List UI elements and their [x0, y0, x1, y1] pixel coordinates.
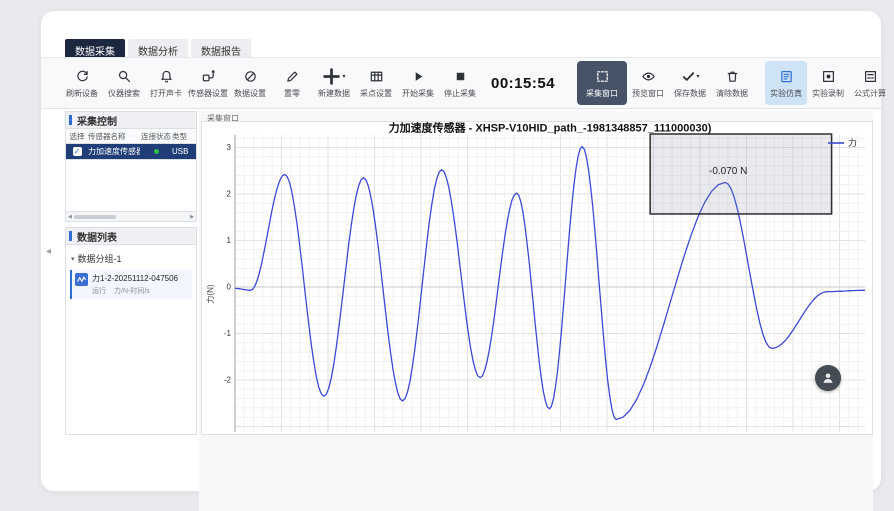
y-tick-label: -2: [224, 376, 232, 385]
chevron-down-icon: ▾: [697, 73, 700, 80]
chart-title: 力加速度传感器 - XHSP-V10HID_path_-1981348857_1…: [389, 122, 712, 135]
sensor-table-scrollbar[interactable]: ◀ ▶: [65, 212, 197, 222]
chart-area: 采集窗口 3210-1-2-0.070 N力力加速度传感器 - XHSP-V10…: [199, 111, 873, 511]
sensor-table-header: 选择传感器名称连接状态类型: [65, 129, 197, 144]
toolbar-stop-collect-button[interactable]: 停止采集: [439, 61, 481, 105]
y-tick-label: 0: [227, 283, 232, 292]
data-list-header: 数据列表: [65, 227, 197, 245]
sensor-table-empty: [65, 160, 197, 212]
y-tick-label: 1: [227, 236, 232, 245]
data-series-title: 力1-2-20251112-047506: [92, 273, 178, 284]
data-tree: ▾数据分组-1 力1-2-20251112-047506 运行力/N-时间/s: [65, 245, 197, 435]
data-series-axes: 力/N-时间/s: [114, 286, 150, 296]
support-avatar-button[interactable]: [815, 365, 841, 391]
eye-icon: [641, 68, 656, 85]
toolbar-clear-data-button[interactable]: 清除数据: [711, 61, 753, 105]
toolbar-sample-settings-button[interactable]: 采点设置: [355, 61, 397, 105]
plus-icon: ▾: [322, 68, 345, 85]
toolbar-start-collect-button[interactable]: 开始采集: [397, 61, 439, 105]
y-tick-label: -1: [224, 329, 232, 338]
toolbar-button-label: 置零: [284, 88, 300, 99]
collect-control-header: 采集控制: [65, 111, 197, 129]
sensor-icon: [201, 68, 216, 85]
record-square-icon: [821, 68, 836, 85]
status-dot: [154, 149, 159, 154]
scroll-right-icon[interactable]: ▶: [190, 214, 194, 220]
toolbar-refresh-device-button[interactable]: 刷新设备: [61, 61, 103, 105]
toolbar-button-label: 清除数据: [716, 88, 748, 99]
stop-icon: [453, 68, 468, 85]
chart-card[interactable]: 3 2 1 0 -1 -2 -0.070 N 力 力加速度传感器 - XHSP-V10HID_p…: [201, 121, 873, 435]
tree-group-label: 数据分组-1: [78, 252, 122, 265]
y-tick-label: 3: [227, 143, 232, 152]
toolbar-new-data-button[interactable]: ▾ 新建数据: [313, 61, 355, 105]
toolbar-data-settings-button[interactable]: 数据设置: [229, 61, 271, 105]
toolbar-button-label: 打开声卡: [150, 88, 182, 99]
toolbar-experiment-sim-button[interactable]: 实验仿真: [765, 61, 807, 105]
scrollbar-thumb[interactable]: [74, 215, 116, 219]
force-chart[interactable]: 3 2 1 0 -1 -2 -0.070 N 力 力加速度传感器 - XHSP-V10HID_p…: [202, 122, 872, 432]
tree-expand-icon[interactable]: ▾: [71, 255, 75, 263]
toolbar-button-label: 数据设置: [234, 88, 266, 99]
y-axis-label: 力(N): [205, 284, 215, 303]
search-icon: [117, 68, 132, 85]
check-icon: ▾: [681, 68, 700, 85]
legend-label: 力: [848, 137, 857, 148]
toolbar-button-label: 采集窗口: [586, 88, 618, 99]
column-header: 连接状态: [140, 131, 172, 142]
toolbar-button-label: 开始采集: [402, 88, 434, 99]
chart-line-icon: [75, 273, 88, 286]
chevron-down-icon: ▾: [342, 73, 345, 80]
toolbar-button-label: 公式计算: [854, 88, 886, 99]
data-series-item[interactable]: 力1-2-20251112-047506 运行力/N-时间/s: [70, 270, 192, 299]
toolbar-button-label: 实验录制: [812, 88, 844, 99]
toolbar-button-label: 刷新设备: [66, 88, 98, 99]
sensor-checkbox[interactable]: ✓: [73, 147, 82, 156]
toolbar-collect-window-button[interactable]: 采集窗口: [577, 61, 627, 105]
toolbar-button-label: 停止采集: [444, 88, 476, 99]
toolbar-button-label: 实验仿真: [770, 88, 802, 99]
person-icon: [821, 371, 835, 385]
data-series-status: 运行: [92, 286, 106, 296]
toolbar-sensor-settings-button[interactable]: 传感器设置: [187, 61, 229, 105]
tree-group[interactable]: ▾数据分组-1: [66, 249, 196, 268]
toolbar-button-label: 仪器搜索: [108, 88, 140, 99]
toolbar-button-label: 新建数据: [318, 88, 350, 99]
refresh-icon: [75, 68, 90, 85]
column-header: 传感器名称: [88, 131, 140, 142]
toolbar-set-zero-button[interactable]: 置零: [271, 61, 313, 105]
toolbar-device-search-button[interactable]: 仪器搜索: [103, 61, 145, 105]
toolbar-experiment-record-button[interactable]: 实验录制: [807, 61, 849, 105]
toolbar-preview-window-button[interactable]: 预览窗口: [627, 61, 669, 105]
bell-icon: [159, 68, 174, 85]
toolbar-button-label: 传感器设置: [188, 88, 228, 99]
sensor-type: USB: [172, 147, 192, 156]
clipboard-icon: [779, 68, 794, 85]
toolbar-button-label: 采点设置: [360, 88, 392, 99]
toolbar-button-label: 预览窗口: [632, 88, 664, 99]
play-icon: [411, 68, 426, 85]
collect-timer: 00:15:54: [491, 75, 555, 92]
dashed-square-icon: [595, 68, 610, 85]
sidebar: 采集控制 选择传感器名称连接状态类型 ✓力加速度传感器USB ◀ ▶ 数据列表 …: [65, 111, 197, 435]
sensor-table: ✓ 力加速度传感器 USB: [65, 144, 197, 160]
scroll-left-icon[interactable]: ◀: [68, 214, 72, 220]
y-tick-label: 2: [227, 190, 232, 199]
pencil-icon: [285, 68, 300, 85]
toolbar-button-label: 保存数据: [674, 88, 706, 99]
toolbar-formula-calc-button[interactable]: 公式计算: [849, 61, 891, 105]
calc-icon: [863, 68, 878, 85]
sidebar-collapse-button[interactable]: ◂: [46, 246, 51, 257]
grid-icon: [369, 68, 384, 85]
toolbar-save-data-button[interactable]: ▾ 保存数据: [669, 61, 711, 105]
sensor-name: 力加速度传感器: [88, 146, 140, 157]
column-header: 类型: [172, 131, 192, 142]
toolbar: 刷新设备仪器搜索打开声卡传感器设置数据设置 置零 ▾ 新建数据采点设置开始采集停止采集…: [41, 57, 881, 109]
slash-icon: [243, 68, 258, 85]
column-header: 选择: [66, 131, 88, 142]
toolbar-open-sound-button[interactable]: 打开声卡: [145, 61, 187, 105]
trash-icon: [725, 68, 740, 85]
sensor-row[interactable]: ✓ 力加速度传感器 USB: [65, 144, 197, 160]
selection-annotation: -0.070 N: [709, 166, 747, 177]
